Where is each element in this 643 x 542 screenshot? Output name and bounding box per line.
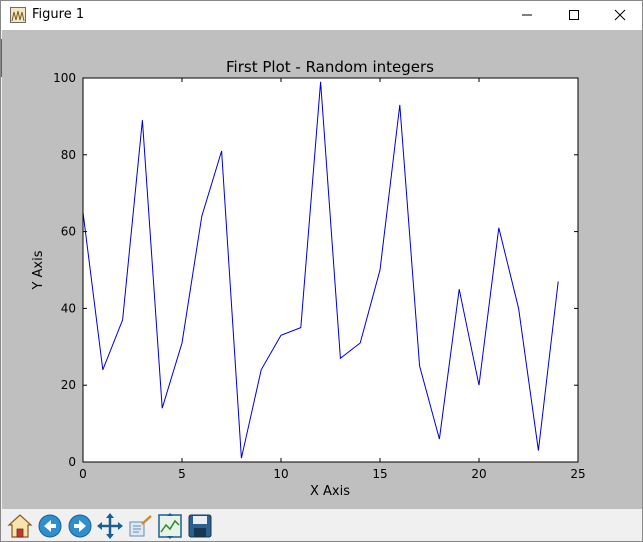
y-tick-label: 0 [68, 455, 76, 469]
home-icon [7, 514, 33, 538]
configure-subplots-icon [158, 513, 182, 539]
save-button[interactable] [186, 512, 214, 540]
configure-subplots-button[interactable] [156, 512, 184, 540]
y-tick-label: 80 [61, 148, 76, 162]
zoom-button[interactable] [126, 512, 154, 540]
chart-title: First Plot - Random integers [226, 58, 434, 76]
y-tick-label: 20 [61, 378, 76, 392]
zoom-icon [129, 515, 152, 537]
y-tick-label: 60 [61, 225, 76, 239]
close-button[interactable] [597, 1, 643, 30]
title-bar[interactable]: Figure 1 [1, 1, 642, 30]
back-button[interactable] [36, 512, 64, 540]
x-tick-label: 5 [178, 467, 186, 481]
y-tick-label: 40 [61, 301, 76, 315]
pan-icon [97, 513, 123, 539]
x-tick-label: 10 [273, 467, 288, 481]
y-axis-label: Y Axis [31, 250, 46, 290]
back-icon [38, 514, 62, 538]
x-tick-label: 20 [471, 467, 486, 481]
pan-button[interactable] [96, 512, 124, 540]
matplotlib-app-icon [10, 7, 26, 23]
minimize-button[interactable] [504, 1, 550, 30]
x-tick-label: 25 [570, 467, 585, 481]
forward-button[interactable] [66, 512, 94, 540]
chart-svg: First Plot - Random integers 0 5 10 15 20 25 0… [31, 58, 586, 499]
save-icon [188, 514, 212, 538]
maximize-icon [569, 10, 579, 20]
maximize-button[interactable] [551, 1, 597, 30]
plot-area [83, 78, 578, 462]
figure-window: Figure 1 First Plot - Random integers 0 5… [0, 0, 643, 542]
navigation-toolbar [2, 509, 642, 541]
home-button[interactable] [6, 512, 34, 540]
figure-canvas[interactable]: First Plot - Random integers 0 5 10 15 20 25 0… [2, 30, 642, 509]
y-tick-label: 100 [53, 71, 76, 85]
x-axis-label: X Axis [310, 484, 350, 499]
window-title: Figure 1 [32, 7, 85, 22]
minimize-icon [522, 14, 532, 16]
close-icon [614, 9, 626, 21]
x-tick-label: 0 [79, 467, 87, 481]
forward-icon [68, 514, 92, 538]
x-tick-label: 15 [372, 467, 387, 481]
